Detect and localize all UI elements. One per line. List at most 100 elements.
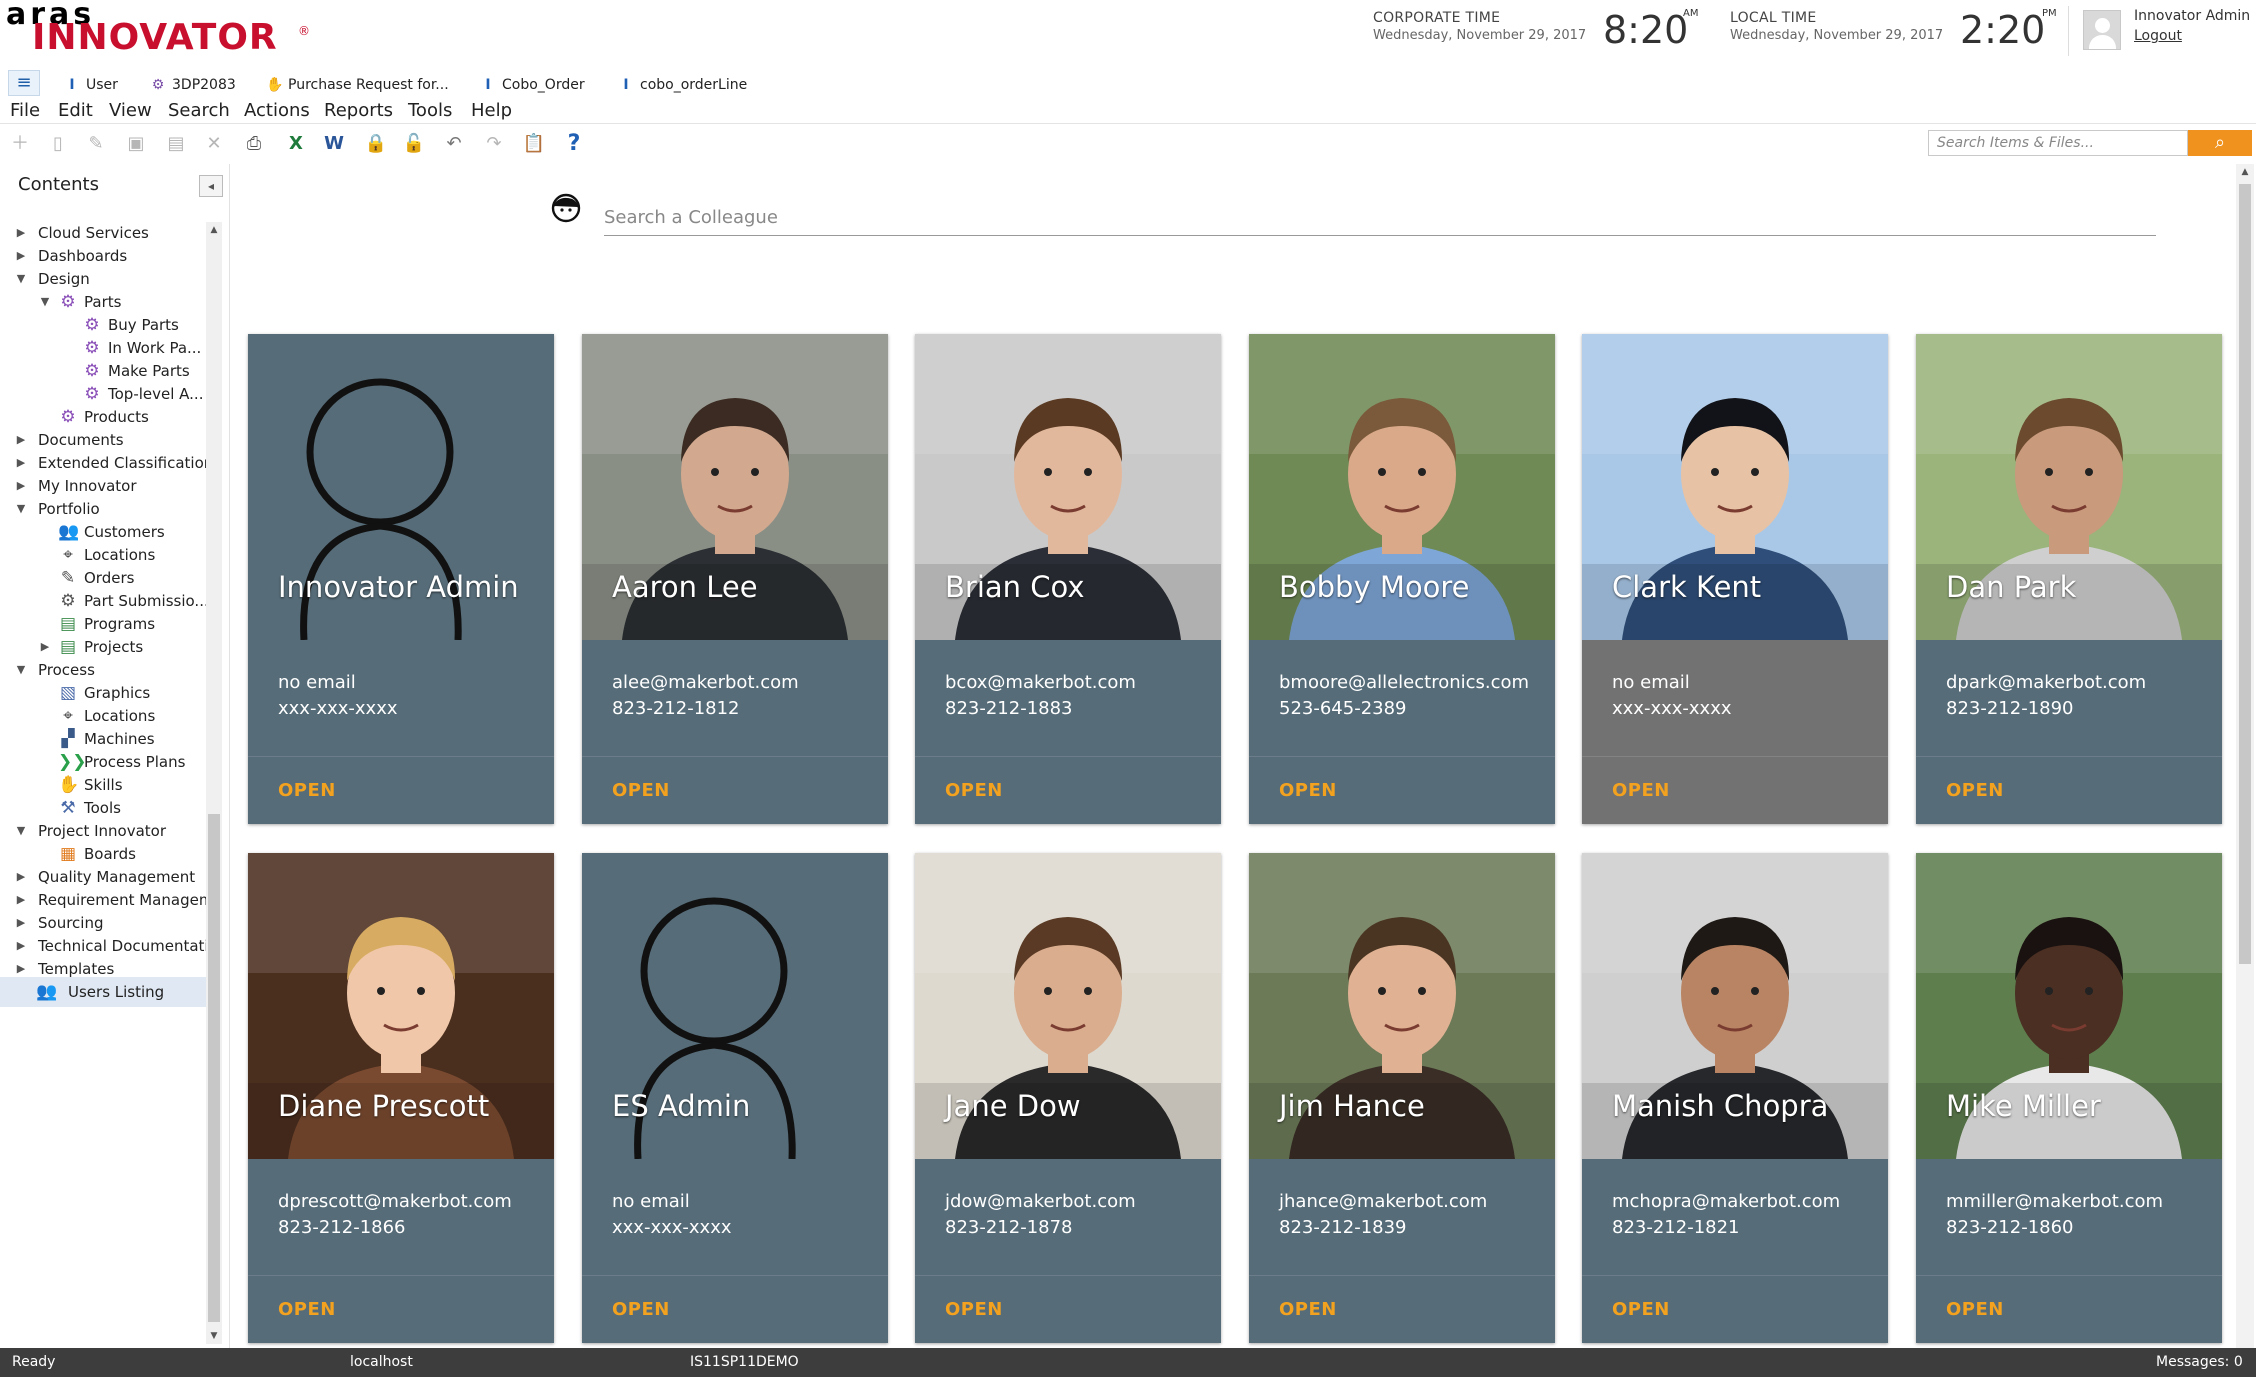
machine-icon: ▞ xyxy=(61,729,75,749)
lock-icon[interactable]: 🔒 xyxy=(362,130,390,158)
word-icon[interactable]: W xyxy=(320,130,348,158)
user-card[interactable]: Diane Prescott dprescott@makerbot.com 823-… xyxy=(248,853,554,1343)
user-card[interactable]: Jane Dow jdow@makerbot.com 823-212-1878 OPE… xyxy=(915,853,1221,1343)
card-divider xyxy=(1582,1275,1888,1276)
tab-cobo-order[interactable]: I Cobo_Order xyxy=(480,74,584,96)
customers-icon: 👥 xyxy=(58,522,80,542)
excel-icon[interactable]: X xyxy=(282,130,310,158)
sidebar-item-users-listing[interactable]: 👥 Users Listing xyxy=(0,977,206,1007)
search-icon: ⌕ xyxy=(2214,132,2226,153)
open-user-button[interactable]: OPEN xyxy=(945,780,1003,801)
help-icon[interactable]: ? xyxy=(560,130,588,158)
user-name: Manish Chopra xyxy=(1612,1089,1829,1123)
user-phone: 823-212-1812 xyxy=(612,698,740,719)
sidebar-splitter[interactable] xyxy=(229,164,233,1348)
local-time-clock: LOCAL TIME Wednesday, November 29, 2017 … xyxy=(1730,8,2057,52)
user-card[interactable]: Innovator Admin no email xxx-xxx-xxxx OPEN xyxy=(248,334,554,824)
user-card[interactable]: Bobby Moore bmoore@allelectronics.com 523-… xyxy=(1249,334,1555,824)
menu-file[interactable]: File xyxy=(10,100,40,121)
scroll-up-icon[interactable]: ▲ xyxy=(2236,164,2254,180)
location-icon: ⌖ xyxy=(63,545,73,565)
open-user-button[interactable]: OPEN xyxy=(945,1299,1003,1320)
menu-reports[interactable]: Reports xyxy=(324,100,393,121)
sidebar-scrollbar-thumb[interactable] xyxy=(208,814,220,1322)
main-scrollbar-thumb[interactable] xyxy=(2239,184,2251,964)
edit-icon[interactable]: ✎ xyxy=(82,130,110,158)
open-user-button[interactable]: OPEN xyxy=(1279,1299,1337,1320)
logout-link[interactable]: Logout xyxy=(2134,28,2182,44)
card-divider xyxy=(1582,756,1888,757)
user-card[interactable]: Aaron Lee alee@makerbot.com 823-212-1812 OP… xyxy=(582,334,888,824)
user-email: no email xyxy=(612,1191,690,1212)
redo-icon[interactable]: ↷ xyxy=(480,130,508,158)
user-name: Clark Kent xyxy=(1612,570,1762,604)
user-phone: 523-645-2389 xyxy=(1279,698,1407,719)
undo-icon[interactable]: ↶ xyxy=(440,130,468,158)
local-time-date: Wednesday, November 29, 2017 xyxy=(1730,28,1944,43)
tab-cobo-orderline[interactable]: I cobo_orderLine xyxy=(618,74,747,96)
scroll-up-icon[interactable]: ▲ xyxy=(206,222,222,238)
main-scrollbar[interactable]: ▲ xyxy=(2236,164,2254,1348)
itemtype-icon: I xyxy=(485,77,491,93)
new-item-icon[interactable]: ＋ xyxy=(6,130,34,158)
tab-user[interactable]: I User xyxy=(64,74,118,96)
open-user-button[interactable]: OPEN xyxy=(1946,780,2004,801)
sidebar-title: Contents xyxy=(18,174,99,195)
tools-icon: ⚒ xyxy=(60,798,76,818)
open-user-button[interactable]: OPEN xyxy=(612,780,670,801)
menu-help[interactable]: Help xyxy=(471,100,512,121)
clipboard-icon[interactable]: 📋 xyxy=(520,130,548,158)
hamburger-menu-icon[interactable]: ≡ xyxy=(8,70,40,96)
menu-view[interactable]: View xyxy=(109,100,152,121)
open-user-button[interactable]: OPEN xyxy=(1946,1299,2004,1320)
avatar[interactable] xyxy=(2083,10,2121,50)
open-user-button[interactable]: OPEN xyxy=(1612,780,1670,801)
user-card[interactable]: Dan Park dpark@makerbot.com 823-212-1890 OP… xyxy=(1916,334,2222,824)
sidebar-scrollbar[interactable]: ▲ ▼ xyxy=(206,222,222,1344)
toolbar: ＋ ▯ ✎ ▣ ▤ ✕ ⎙ X W 🔒 🔓 ↶ ↷ 📋 ? Search Ite… xyxy=(0,126,2256,162)
search-button[interactable]: ⌕ xyxy=(2188,130,2252,156)
status-messages: Messages: 0 xyxy=(2156,1354,2243,1370)
user-card[interactable]: Brian Cox bcox@makerbot.com 823-212-1883 OP… xyxy=(915,334,1221,824)
user-card[interactable]: Mike Miller mmiller@makerbot.com 823-212-1… xyxy=(1916,853,2222,1343)
print-icon[interactable]: ⎙ xyxy=(240,130,268,158)
open-user-button[interactable]: OPEN xyxy=(612,1299,670,1320)
user-card[interactable]: ES Admin no email xxx-xxx-xxxx OPEN xyxy=(582,853,888,1343)
user-email: bmoore@allelectronics.com xyxy=(1279,672,1530,693)
menu-tools[interactable]: Tools xyxy=(408,100,452,121)
logo-registered-mark: ® xyxy=(298,24,310,38)
card-divider xyxy=(582,1275,888,1276)
user-name: Brian Cox xyxy=(945,570,1085,604)
collapse-sidebar-button[interactable]: ◂ xyxy=(199,175,223,197)
gear-icon: ⚙ xyxy=(84,384,100,404)
user-card[interactable]: Manish Chopra mchopra@makerbot.com 823-212… xyxy=(1582,853,1888,1343)
corporate-time-date: Wednesday, November 29, 2017 xyxy=(1373,28,1587,43)
search-items-input[interactable]: Search Items & Files... xyxy=(1928,130,2188,156)
menu-actions[interactable]: Actions xyxy=(244,100,310,121)
menu-search[interactable]: Search xyxy=(168,100,230,121)
open-user-button[interactable]: OPEN xyxy=(1612,1299,1670,1320)
gear-icon: ⚙ xyxy=(84,315,100,335)
user-email: jdow@makerbot.com xyxy=(945,1191,1136,1212)
colleague-search-input[interactable] xyxy=(604,200,2156,236)
user-email: alee@makerbot.com xyxy=(612,672,799,693)
delete-icon[interactable]: ✕ xyxy=(200,130,228,158)
unlock-icon[interactable]: 🔓 xyxy=(400,130,428,158)
corporate-time-ampm: AM xyxy=(1683,8,1699,19)
save-close-icon[interactable]: ▤ xyxy=(162,130,190,158)
tab-3dp2083[interactable]: ⚙ 3DP2083 xyxy=(150,74,236,96)
open-user-button[interactable]: OPEN xyxy=(278,780,336,801)
save-icon[interactable]: ▣ xyxy=(122,130,150,158)
itemtype-icon: I xyxy=(69,77,75,93)
user-card[interactable]: Clark Kent no email xxx-xxx-xxxx OPEN xyxy=(1582,334,1888,824)
open-user-button[interactable]: OPEN xyxy=(1279,780,1337,801)
status-server: localhost xyxy=(350,1354,413,1370)
user-email: no email xyxy=(1612,672,1690,693)
new-file-icon[interactable]: ▯ xyxy=(44,130,72,158)
scroll-down-icon[interactable]: ▼ xyxy=(206,1328,222,1344)
user-card[interactable]: Jim Hance jhance@makerbot.com 823-212-1839… xyxy=(1249,853,1555,1343)
open-user-button[interactable]: OPEN xyxy=(278,1299,336,1320)
menu-edit[interactable]: Edit xyxy=(58,100,93,121)
status-database: IS11SP11DEMO xyxy=(690,1354,799,1370)
tab-purchase-request[interactable]: ✋ Purchase Request for... xyxy=(266,74,449,96)
